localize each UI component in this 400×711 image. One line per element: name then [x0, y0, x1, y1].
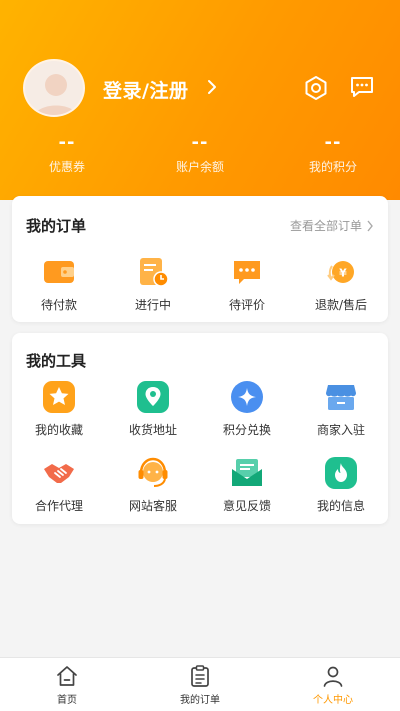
stat-balance[interactable]: -- 账户余额 — [145, 132, 255, 175]
tool-cooperation-agent[interactable]: 合作代理 — [12, 455, 106, 514]
login-register-link[interactable]: 登录/注册 — [103, 76, 188, 103]
stat-label: 账户余额 — [175, 160, 224, 174]
tab-personal-center[interactable]: 个人中心 — [293, 664, 373, 706]
handshake-icon — [44, 464, 74, 483]
order-in-progress[interactable]: 进行中 — [106, 254, 200, 313]
account-stats: -- 优惠券 -- 账户余额 -- 我的积分 — [0, 132, 400, 182]
tool-label: 我的信息 — [316, 499, 365, 513]
tab-label: 首页 — [57, 695, 77, 706]
fire-icon — [325, 457, 357, 489]
tool-merchant-join[interactable]: 商家入驻 — [294, 379, 388, 438]
tool-label: 意见反馈 — [222, 499, 271, 513]
orders-title: 我的订单 — [26, 217, 87, 235]
order-item-label: 进行中 — [134, 298, 171, 312]
tools-title: 我的工具 — [26, 352, 87, 370]
message-icon[interactable] — [349, 75, 375, 99]
stat-label: 优惠券 — [48, 160, 85, 174]
refund-icon: ¥ — [327, 261, 354, 283]
order-item-label: 待付款 — [40, 298, 77, 312]
view-all-orders-link[interactable]: 查看全部订单 — [290, 217, 374, 234]
star-icon — [43, 381, 75, 413]
stat-value: -- — [58, 132, 76, 153]
orders-card: 我的订单 查看全部订单 待付款 进行中 待评价 ¥ 退款/售后 — [12, 196, 388, 322]
tool-shipping-address[interactable]: 收货地址 — [106, 379, 200, 438]
store-icon — [326, 385, 356, 410]
stat-points[interactable]: -- 我的积分 — [278, 132, 388, 175]
tool-label: 收货地址 — [128, 423, 177, 437]
tool-label: 我的收藏 — [34, 423, 83, 437]
order-refund-aftersale[interactable]: ¥ 退款/售后 — [294, 254, 388, 313]
points-icon — [231, 381, 263, 413]
clipboard-icon — [191, 665, 209, 687]
tab-my-orders[interactable]: 我的订单 — [160, 664, 240, 706]
order-item-label: 退款/售后 — [314, 298, 368, 312]
feedback-mail-icon — [232, 459, 262, 486]
settings-icon[interactable] — [303, 75, 329, 101]
avatar-icon — [34, 74, 78, 115]
tool-my-info[interactable]: 我的信息 — [294, 455, 388, 514]
tool-feedback[interactable]: 意见反馈 — [200, 455, 294, 514]
headset-icon — [138, 457, 168, 487]
stat-value: -- — [191, 132, 209, 153]
chevron-right-icon — [367, 220, 373, 231]
tool-label: 积分兑换 — [222, 423, 271, 437]
view-all-label: 查看全部订单 — [289, 219, 362, 233]
tool-label: 合作代理 — [34, 499, 83, 513]
stat-label: 我的积分 — [308, 160, 357, 174]
tool-site-support[interactable]: 网站客服 — [106, 455, 200, 514]
avatar[interactable] — [23, 59, 85, 117]
in-progress-icon — [140, 258, 169, 287]
tool-label: 商家入驻 — [316, 423, 365, 437]
home-icon — [57, 666, 77, 686]
order-pending-payment[interactable]: 待付款 — [12, 254, 106, 313]
tool-label: 网站客服 — [128, 499, 177, 513]
user-icon — [323, 666, 343, 687]
chevron-right-icon[interactable] — [207, 79, 217, 95]
stat-value: -- — [324, 132, 342, 153]
tool-points-exchange[interactable]: 积分兑换 — [200, 379, 294, 438]
svg-text:¥: ¥ — [339, 267, 347, 280]
stat-coupons[interactable]: -- 优惠券 — [12, 132, 122, 175]
tools-card: 我的工具 我的收藏 收货地址 积分兑换 商家入驻 合作代理 网站客服 意见反馈 … — [12, 333, 388, 524]
order-item-label: 待评价 — [228, 298, 265, 312]
wallet-icon — [44, 261, 74, 283]
location-icon — [137, 381, 169, 413]
bottom-tab-bar: 首页 我的订单 个人中心 — [0, 657, 400, 711]
tab-home[interactable]: 首页 — [27, 664, 107, 706]
order-awaiting-review[interactable]: 待评价 — [200, 254, 294, 313]
comment-icon — [234, 261, 260, 284]
tab-label: 我的订单 — [180, 695, 220, 706]
tab-label: 个人中心 — [313, 695, 353, 706]
profile-header: 登录/注册 -- 优惠券 -- 账户余额 -- 我的积分 — [0, 0, 400, 200]
tool-favorites[interactable]: 我的收藏 — [12, 379, 106, 438]
